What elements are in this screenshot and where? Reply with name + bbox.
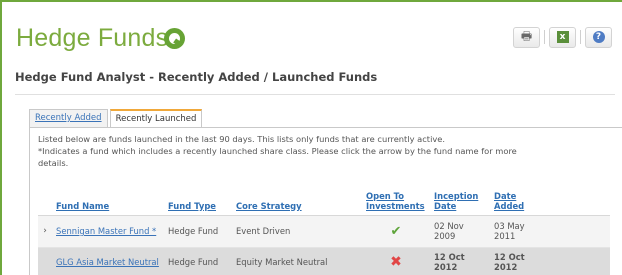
funds-table: Fund Name Fund Type Core Strategy Open T… xyxy=(38,182,610,275)
excel-icon: x xyxy=(556,31,569,43)
expander-header xyxy=(38,182,52,216)
spacer-cell xyxy=(550,215,610,248)
column-header-inception-date[interactable]: Inception Date xyxy=(430,182,490,216)
column-header-spacer xyxy=(550,182,610,216)
checkmark-icon: ✔ xyxy=(390,223,402,239)
column-header-open-to-investments[interactable]: Open To Investments xyxy=(362,182,430,216)
open-to-investments-cell: ✖ xyxy=(362,247,430,275)
intro-line: details. xyxy=(38,158,69,169)
fund-name-cell: Sennigan Master Fund * xyxy=(52,215,164,248)
spacer-cell xyxy=(550,247,610,275)
inception-date-cell: 02 Nov 2009 xyxy=(430,215,490,248)
help-button[interactable]: ? xyxy=(585,26,612,48)
intro-line: *Indicates a fund which includes a recen… xyxy=(38,146,517,157)
date-added-cell: 12 Oct 2012 xyxy=(490,247,550,275)
tab-bar: Recently Added Recently Launched xyxy=(29,109,203,129)
fund-type-cell: Hedge Fund xyxy=(164,247,232,275)
app-frame: Hedge Funds 🖶 x ? Hedge Fund Analyst - R… xyxy=(0,0,622,275)
open-to-investments-cell: ✔ xyxy=(362,215,430,248)
export-excel-button[interactable]: x xyxy=(549,26,576,48)
intro-text: Listed below are funds launched in the l… xyxy=(38,133,608,170)
table-row: GLG Asia Market Neutral Hedge Fund Equit… xyxy=(38,247,610,275)
app-title: Hedge Funds xyxy=(16,24,169,52)
column-header-core-strategy[interactable]: Core Strategy xyxy=(232,182,362,216)
tab-recently-added[interactable]: Recently Added xyxy=(29,109,108,128)
cross-icon: ✖ xyxy=(390,254,402,270)
column-header-fund-name[interactable]: Fund Name xyxy=(52,182,164,216)
toolbar-divider xyxy=(580,30,581,44)
date-added-cell: 03 May 2011 xyxy=(490,215,550,248)
core-strategy-cell: Event Driven xyxy=(232,215,362,248)
fund-name-link[interactable]: GLG Asia Market Neutral xyxy=(56,257,159,267)
intro-line: Listed below are funds launched in the l… xyxy=(38,134,446,144)
tab-panel: Listed below are funds launched in the l… xyxy=(29,127,622,275)
inception-date-cell: 12 Oct 2012 xyxy=(430,247,490,275)
tab-recently-launched[interactable]: Recently Launched xyxy=(109,109,203,129)
toolbar: 🖶 x ? xyxy=(513,26,612,48)
fund-type-cell: Hedge Fund xyxy=(164,215,232,248)
fund-name-link[interactable]: Sennigan Master Fund * xyxy=(56,226,156,236)
expand-arrow-icon[interactable]: › xyxy=(38,215,52,248)
print-button[interactable]: 🖶 xyxy=(513,26,540,48)
column-header-fund-type[interactable]: Fund Type xyxy=(164,182,232,216)
table-header-row: Fund Name Fund Type Core Strategy Open T… xyxy=(38,182,610,216)
fund-name-cell: GLG Asia Market Neutral xyxy=(52,247,164,275)
table-row: › Sennigan Master Fund * Hedge Fund Even… xyxy=(38,215,610,248)
core-strategy-cell: Equity Market Neutral xyxy=(232,247,362,275)
brand-logo-icon xyxy=(164,28,185,49)
help-icon: ? xyxy=(592,31,605,43)
printer-icon: 🖶 xyxy=(520,28,533,43)
column-header-date-added[interactable]: Date Added xyxy=(490,182,550,216)
header-divider xyxy=(15,94,615,95)
toolbar-divider xyxy=(544,30,545,44)
expand-arrow-icon xyxy=(38,247,52,275)
page-title: Hedge Fund Analyst - Recently Added / La… xyxy=(15,70,378,84)
